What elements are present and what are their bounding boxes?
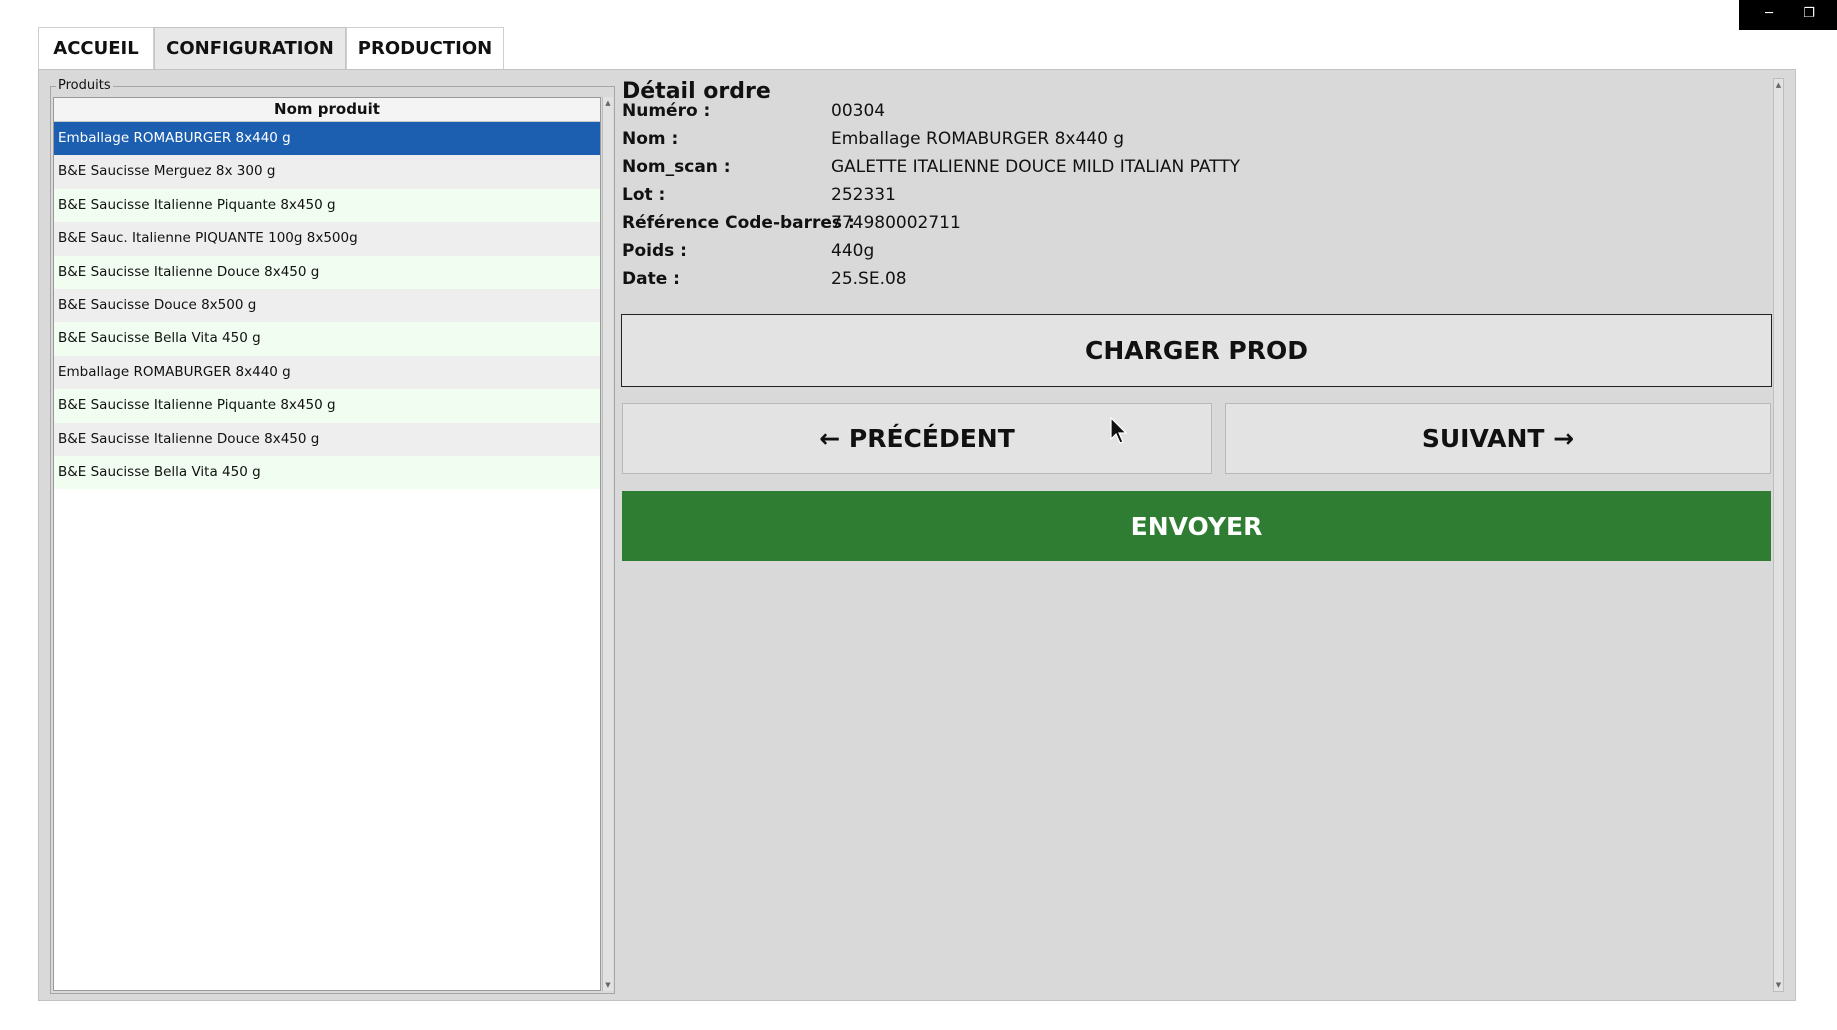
- date-label: Date :: [622, 269, 680, 289]
- tab-configuration[interactable]: CONFIGURATION: [154, 27, 346, 69]
- scroll-down-icon[interactable]: ▼: [1774, 979, 1783, 991]
- nom-scan-value: GALETTE ITALIENNE DOUCE MILD ITALIAN PAT…: [831, 157, 1240, 177]
- product-row[interactable]: B&E Saucisse Bella Vita 450 g: [54, 322, 600, 356]
- detail-scrollbar[interactable]: ▲ ▼: [1773, 78, 1784, 992]
- numero-label: Numéro :: [622, 101, 711, 121]
- products-groupbox: Produits Nom produit Emballage ROMABURGE…: [50, 78, 615, 994]
- nom-value: Emballage ROMABURGER 8x440 g: [831, 129, 1125, 149]
- product-row[interactable]: B&E Saucisse Bella Vita 450 g: [54, 455, 600, 490]
- nom-scan-label: Nom_scan :: [622, 157, 731, 177]
- poids-value: 440g: [831, 241, 875, 261]
- product-row[interactable]: B&E Saucisse Italienne Piquante 8x450 g: [54, 188, 600, 223]
- nom-label: Nom :: [622, 129, 679, 149]
- next-button[interactable]: SUIVANT →: [1225, 403, 1771, 474]
- product-row[interactable]: B&E Saucisse Italienne Piquante 8x450 g: [54, 389, 600, 423]
- product-list-scrollbar[interactable]: ▲ ▼: [602, 97, 613, 991]
- product-row[interactable]: B&E Sauc. Italienne PIQUANTE 100g 8x500g: [54, 222, 600, 256]
- window-controls: ─ ❐: [1739, 0, 1837, 30]
- restore-icon[interactable]: ❐: [1799, 4, 1819, 24]
- lot-value: 252331: [831, 185, 896, 205]
- send-button[interactable]: ENVOYER: [622, 491, 1771, 561]
- mouse-cursor-icon: [1110, 417, 1128, 444]
- product-row[interactable]: B&E Saucisse Italienne Douce 8x450 g: [54, 255, 600, 289]
- scroll-up-icon[interactable]: ▲: [603, 97, 613, 109]
- barcode-reference-value: 774980002711: [831, 213, 961, 233]
- charger-prod-button[interactable]: CHARGER PROD: [621, 314, 1772, 387]
- minimize-icon[interactable]: ─: [1759, 4, 1779, 24]
- configuration-panel: Produits Nom produit Emballage ROMABURGE…: [38, 69, 1796, 1001]
- product-row[interactable]: B&E Saucisse Italienne Douce 8x450 g: [54, 422, 600, 456]
- numero-value: 00304: [831, 101, 886, 121]
- scroll-down-icon[interactable]: ▼: [603, 979, 613, 991]
- poids-label: Poids :: [622, 241, 687, 261]
- tab-production[interactable]: PRODUCTION: [346, 27, 504, 69]
- product-row[interactable]: Emballage ROMABURGER 8x440 g: [54, 122, 600, 156]
- product-row[interactable]: B&E Saucisse Merguez 8x 300 g: [54, 155, 600, 189]
- column-header-nom-produit[interactable]: Nom produit: [54, 98, 600, 122]
- products-group-title: Produits: [56, 78, 113, 94]
- scroll-up-icon[interactable]: ▲: [1774, 79, 1783, 91]
- barcode-reference-label: Référence Code-barres :: [622, 213, 855, 233]
- product-row[interactable]: Emballage ROMABURGER 8x440 g: [54, 355, 600, 390]
- product-row[interactable]: B&E Saucisse Douce 8x500 g: [54, 288, 600, 323]
- date-value: 25.SE.08: [831, 269, 907, 289]
- lot-label: Lot :: [622, 185, 666, 205]
- product-list[interactable]: Nom produit Emballage ROMABURGER 8x440 g…: [53, 97, 601, 991]
- tab-accueil[interactable]: ACCUEIL: [38, 27, 154, 69]
